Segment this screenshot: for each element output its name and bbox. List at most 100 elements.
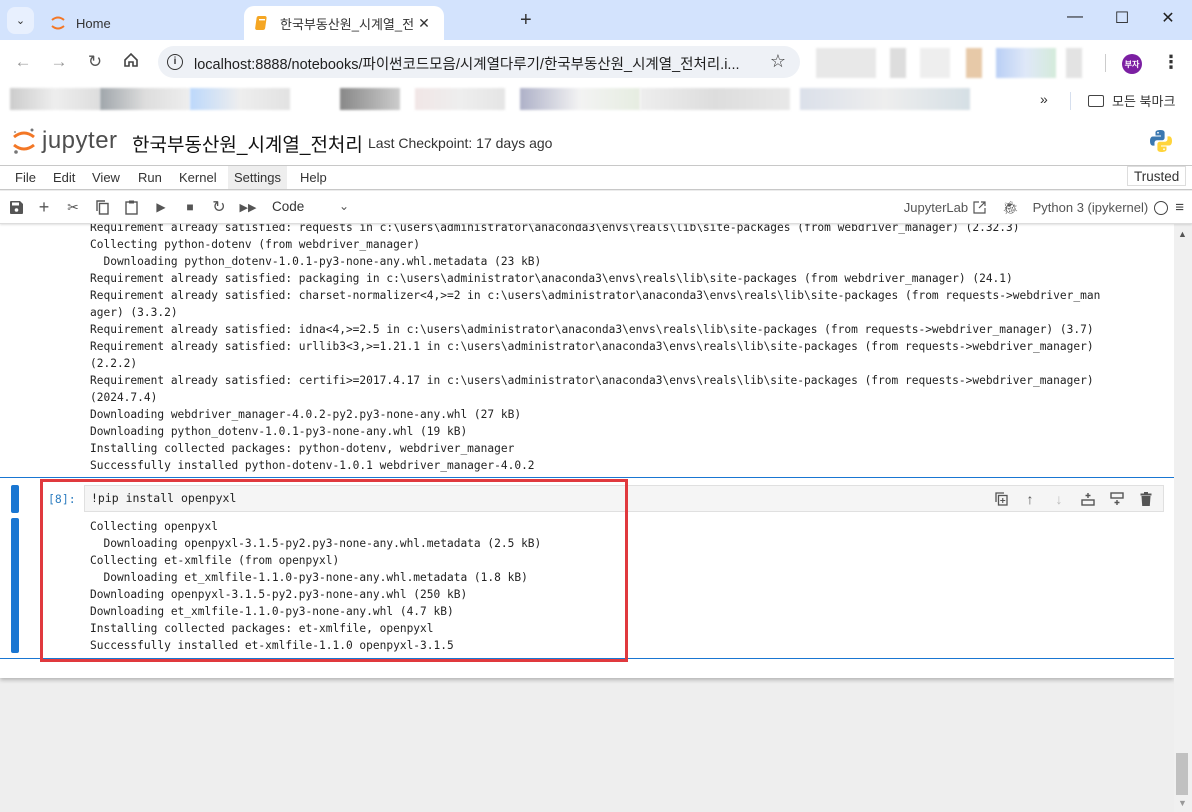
cell-output: Collecting openpyxl Downloading openpyxl… bbox=[90, 518, 541, 654]
notebook-title[interactable]: 한국부동산원_시계열_전처리 bbox=[132, 130, 363, 157]
new-tab-button[interactable]: + bbox=[520, 9, 532, 32]
restart-button[interactable]: ↻ bbox=[210, 198, 228, 216]
toolbar-divider bbox=[1105, 54, 1106, 72]
open-jupyterlab-link[interactable]: JupyterLab bbox=[904, 200, 986, 215]
code-editor[interactable]: !pip install openpyxl ↑ ↓ bbox=[84, 485, 1164, 512]
menu-kernel[interactable]: Kernel bbox=[173, 166, 223, 189]
back-button[interactable]: ← bbox=[13, 52, 33, 72]
insert-cell-below-button[interactable] bbox=[1108, 490, 1126, 508]
cell-toolbar: ↑ ↓ bbox=[992, 490, 1155, 508]
chevron-down-icon[interactable]: ⌄ bbox=[339, 199, 349, 213]
cell-type-select[interactable]: Code bbox=[272, 199, 304, 214]
active-code-cell[interactable]: [8]: !pip install openpyxl ↑ ↓ Collectin… bbox=[0, 477, 1174, 659]
scroll-up-arrow-icon[interactable]: ▲ bbox=[1178, 229, 1187, 239]
external-link-icon bbox=[973, 201, 986, 214]
output-line: (2024.7.4) bbox=[90, 391, 158, 404]
play-icon: ▶ bbox=[156, 200, 166, 214]
browser-toolbar: ← → ↻ i localhost:8888/notebooks/파이썬코드모음… bbox=[0, 40, 1192, 84]
url-text[interactable]: localhost:8888/notebooks/파이썬코드모음/시계열다루기/… bbox=[194, 53, 764, 74]
profile-avatar[interactable]: 부자 bbox=[1122, 54, 1142, 74]
save-icon bbox=[9, 200, 23, 214]
menu-help[interactable]: Help bbox=[294, 166, 333, 189]
output-line: Successfully installed python-dotenv-1.0… bbox=[90, 459, 535, 472]
forward-button[interactable]: → bbox=[49, 52, 69, 72]
extension-icons-blurred bbox=[816, 48, 876, 78]
bookmark-blurred[interactable] bbox=[190, 88, 290, 110]
close-icon[interactable]: ✕ bbox=[414, 15, 434, 32]
menu-file[interactable]: File bbox=[9, 166, 42, 189]
arrow-right-icon: → bbox=[50, 52, 68, 71]
menu-view[interactable]: View bbox=[86, 166, 126, 189]
bookmark-blurred[interactable] bbox=[10, 88, 100, 110]
interrupt-button[interactable]: ■ bbox=[181, 198, 199, 216]
page-scrollbar[interactable]: ▲ ▼ bbox=[1174, 224, 1192, 812]
previous-cell-output: Requirement already satisfied: requests … bbox=[90, 224, 1100, 474]
close-window-button[interactable]: ✕ bbox=[1158, 8, 1178, 28]
copy-button[interactable] bbox=[93, 198, 111, 216]
bookmark-blurred[interactable] bbox=[520, 88, 640, 110]
bookmark-blurred[interactable] bbox=[800, 88, 970, 110]
insert-cell-above-button[interactable] bbox=[1079, 490, 1097, 508]
delete-cell-button[interactable] bbox=[1137, 490, 1155, 508]
output-line: Successfully installed et-xmlfile-1.1.0 … bbox=[90, 639, 454, 652]
jupyter-logo-icon bbox=[13, 128, 35, 154]
tab-search-button[interactable]: ⌄ bbox=[7, 7, 34, 34]
output-line: ager) (3.3.2) bbox=[90, 306, 178, 319]
output-line: Downloading python_dotenv-1.0.1-py3-none… bbox=[90, 255, 542, 268]
browser-menu-icon[interactable]: ⋮ bbox=[1162, 52, 1180, 73]
maximize-button[interactable]: ☐ bbox=[1112, 8, 1132, 28]
debugger-bug-icon[interactable]: 🐞︎ bbox=[1002, 200, 1019, 216]
bookmarks-divider bbox=[1070, 92, 1071, 110]
bookmark-blurred[interactable] bbox=[340, 88, 400, 110]
output-collapser[interactable] bbox=[11, 518, 19, 653]
output-line: Requirement already satisfied: certifi>=… bbox=[90, 374, 1094, 387]
jupyter-logo[interactable]: jupyter bbox=[12, 126, 118, 156]
info-icon[interactable]: i bbox=[167, 54, 183, 70]
last-checkpoint: Last Checkpoint: 17 days ago bbox=[368, 135, 553, 151]
scroll-down-arrow-icon[interactable]: ▼ bbox=[1178, 798, 1187, 808]
menu-bar: File Edit View Run Kernel Settings Help … bbox=[0, 166, 1192, 190]
all-bookmarks-button[interactable]: 모든 북마크 bbox=[1088, 91, 1175, 110]
duplicate-icon bbox=[994, 492, 1008, 506]
duplicate-cell-button[interactable] bbox=[992, 490, 1010, 508]
tab-notebook[interactable]: 한국부동산원_시계열_전처리 ✕ bbox=[244, 6, 444, 40]
notebook-icon bbox=[254, 15, 270, 31]
restart-run-all-button[interactable]: ▶▶ bbox=[239, 198, 257, 216]
menu-edit[interactable]: Edit bbox=[47, 166, 81, 189]
menu-run[interactable]: Run bbox=[132, 166, 168, 189]
home-button[interactable] bbox=[121, 52, 141, 73]
cut-button[interactable]: ✂ bbox=[64, 198, 82, 216]
reload-button[interactable]: ↻ bbox=[85, 52, 105, 72]
run-button[interactable]: ▶ bbox=[152, 198, 170, 216]
arrow-left-icon: ← bbox=[14, 52, 32, 71]
kernel-name[interactable]: Python 3 (ipykernel) bbox=[1033, 200, 1149, 215]
input-collapser[interactable] bbox=[11, 485, 19, 513]
reload-icon: ↻ bbox=[87, 52, 103, 71]
output-line: Requirement already satisfied: charset-n… bbox=[90, 289, 1101, 302]
output-line: Downloading et_xmlfile-1.1.0-py3-none-an… bbox=[90, 605, 454, 618]
kernel-status-area: JupyterLab 🐞︎ Python 3 (ipykernel) ≡ bbox=[904, 199, 1184, 216]
jupyter-icon bbox=[50, 15, 66, 31]
code-text[interactable]: !pip install openpyxl bbox=[91, 491, 236, 505]
menu-lines-icon[interactable]: ≡ bbox=[1175, 199, 1184, 216]
output-line: Downloading openpyxl-3.1.5-py2.py3-none-… bbox=[90, 588, 468, 601]
minimize-button[interactable]: — bbox=[1065, 8, 1085, 26]
tab-home[interactable]: Home ✕ bbox=[40, 6, 276, 40]
bookmark-blurred[interactable] bbox=[640, 88, 790, 110]
insert-below-icon bbox=[1110, 492, 1124, 505]
menu-settings[interactable]: Settings bbox=[228, 166, 287, 189]
trusted-indicator[interactable]: Trusted bbox=[1127, 166, 1187, 186]
bookmarks-overflow-button[interactable]: » bbox=[1040, 91, 1048, 107]
notebook-toolbar: + ✂ ▶ ■ ↻ ▶▶ Code ⌄ JupyterLab 🐞︎ Python… bbox=[0, 191, 1192, 224]
move-cell-up-button[interactable]: ↑ bbox=[1021, 490, 1039, 508]
insert-cell-button[interactable]: + bbox=[35, 197, 53, 217]
move-cell-down-button[interactable]: ↓ bbox=[1050, 490, 1068, 508]
bookmark-blurred[interactable] bbox=[100, 88, 190, 110]
save-button[interactable] bbox=[7, 198, 25, 216]
bookmark-star-icon[interactable]: ☆ bbox=[770, 51, 786, 72]
output-line: Requirement already satisfied: requests … bbox=[90, 224, 1020, 234]
bookmark-blurred[interactable] bbox=[415, 88, 505, 110]
paste-button[interactable] bbox=[122, 198, 140, 216]
scrollbar-thumb[interactable] bbox=[1176, 753, 1188, 795]
address-bar[interactable]: i localhost:8888/notebooks/파이썬코드모음/시계열다루… bbox=[158, 46, 800, 78]
